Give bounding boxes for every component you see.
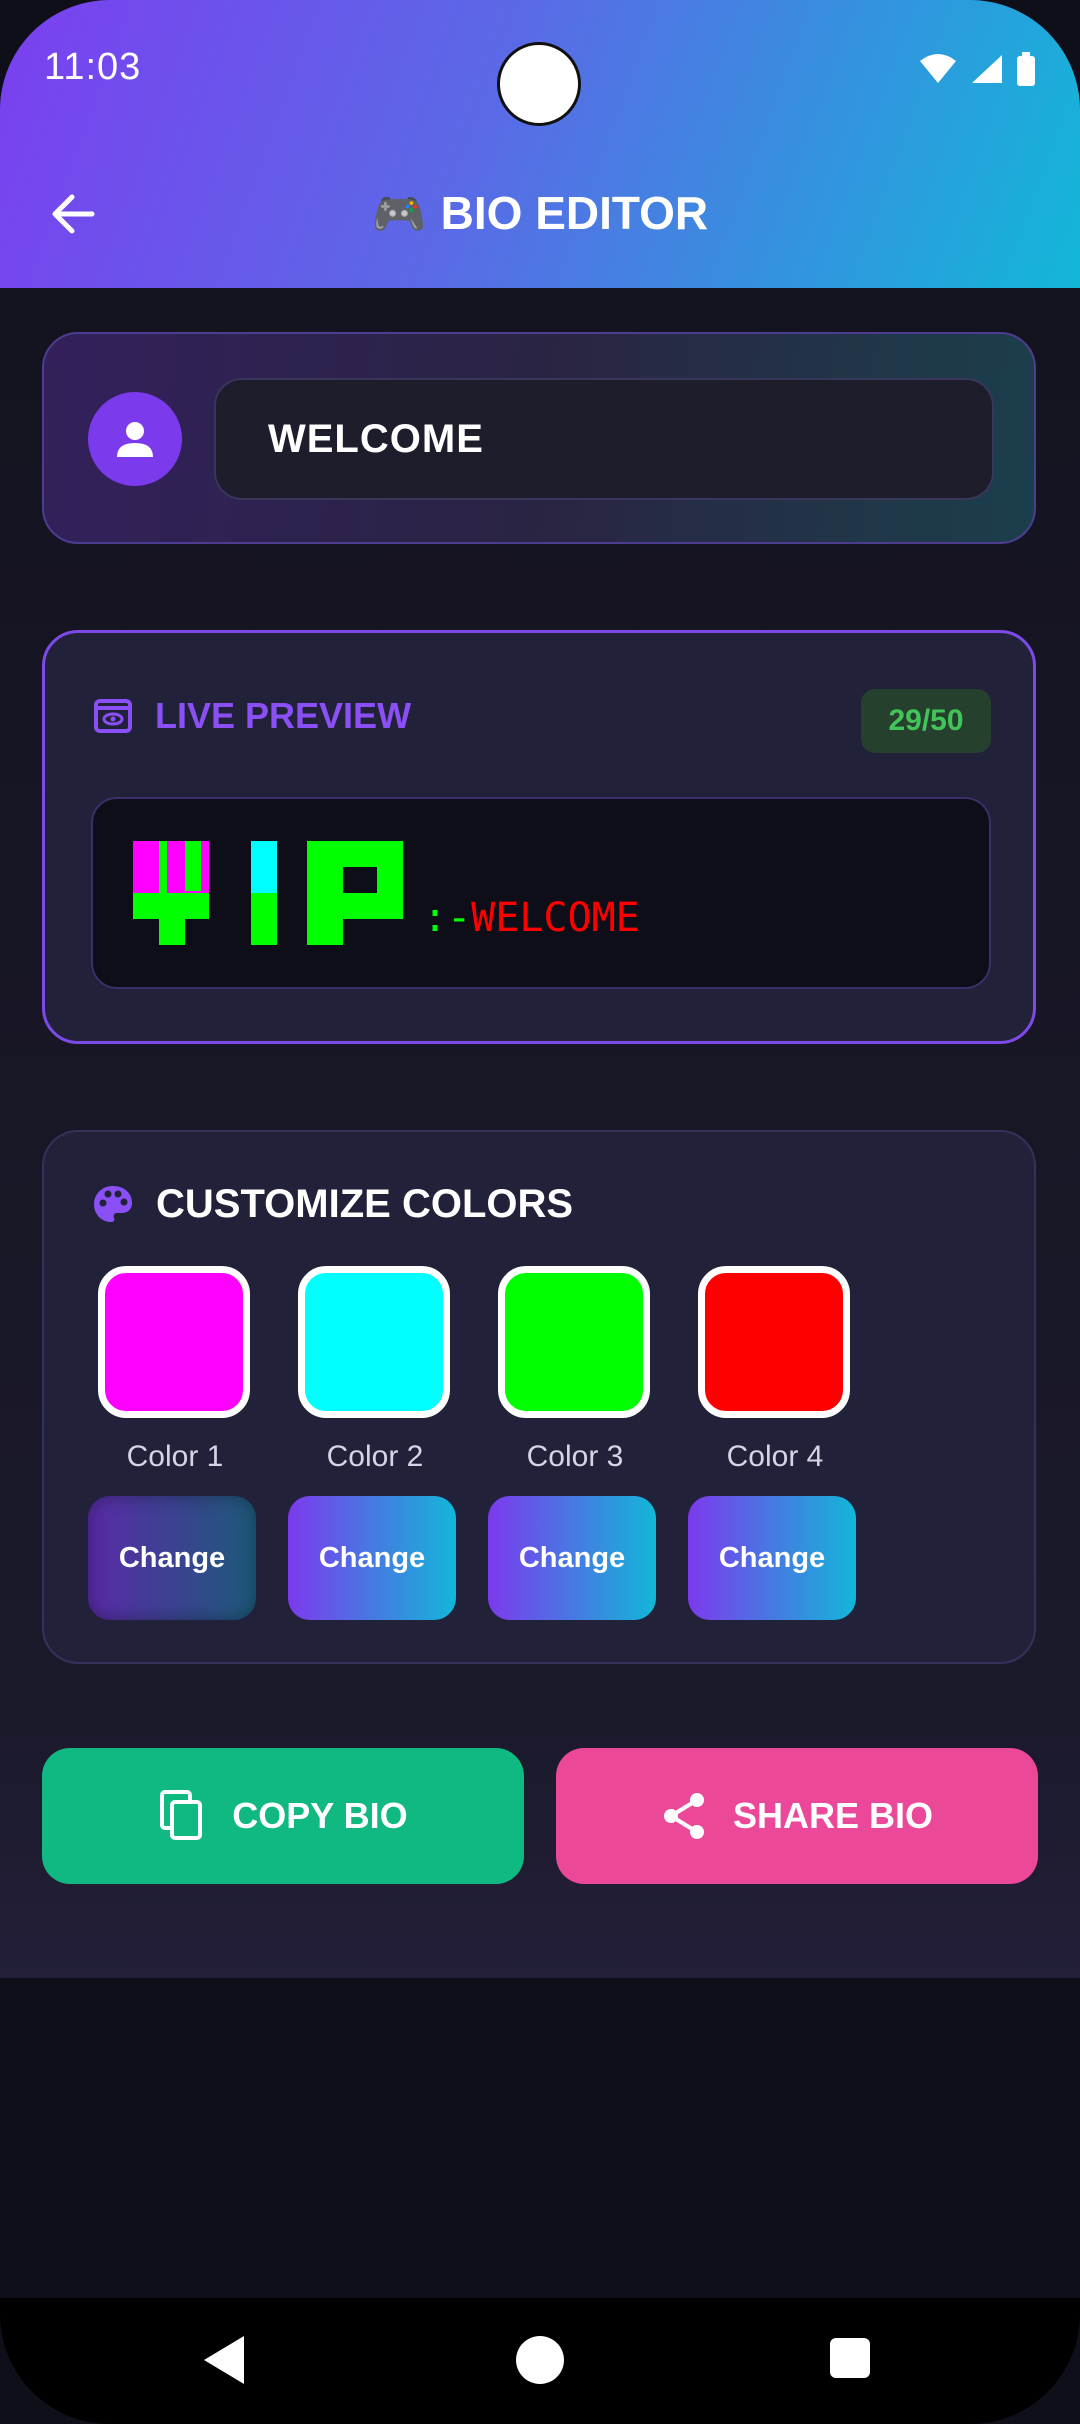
vip-pixel-art	[133, 841, 403, 945]
empty-area	[0, 1978, 1080, 2298]
page-title-text: BIO EDITOR	[440, 187, 709, 239]
color-item-2: Color 2	[290, 1266, 460, 1474]
color-label-1: Color 1	[126, 1440, 224, 1473]
name-card: WELCOME	[42, 332, 1036, 544]
preview-header: LIVE PREVIEW	[93, 695, 411, 737]
wifi-icon	[920, 54, 956, 83]
colors-heading: CUSTOMIZE COLORS	[156, 1182, 574, 1226]
color-label-4: Color 4	[726, 1440, 824, 1473]
name-input[interactable]: WELCOME	[214, 378, 994, 500]
avatar	[88, 392, 182, 486]
status-time: 11:03	[44, 46, 142, 88]
share-bio-button[interactable]: SHARE BIO	[556, 1748, 1038, 1884]
battery-icon	[1017, 52, 1035, 86]
color-item-1: Color 1	[90, 1266, 260, 1474]
copy-icon	[160, 1790, 203, 1840]
preview-text: :-WELCOME	[423, 895, 640, 941]
color-swatch-3[interactable]	[498, 1266, 650, 1418]
color-swatch-2[interactable]	[298, 1266, 450, 1418]
copy-bio-label: COPY BIO	[232, 1795, 408, 1836]
preview-heading: LIVE PREVIEW	[155, 695, 412, 736]
color-item-3: Color 3	[490, 1266, 660, 1474]
nav-back-icon[interactable]	[204, 2336, 244, 2384]
gamepad-icon: 🎮	[371, 190, 427, 239]
share-bio-label: SHARE BIO	[732, 1795, 934, 1836]
signal-icon	[972, 55, 1002, 83]
color-swatch-1[interactable]	[98, 1266, 250, 1418]
nav-home-icon[interactable]	[516, 2336, 564, 2384]
preview-box: :-WELCOME	[91, 797, 991, 989]
color-label-2: Color 2	[326, 1440, 424, 1473]
customize-colors-card: CUSTOMIZE COLORS Color 1 Color 2 Color 3…	[42, 1130, 1036, 1664]
colors-header: CUSTOMIZE COLORS	[92, 1182, 573, 1227]
preview-word: WELCOME	[471, 895, 640, 941]
live-preview-card: LIVE PREVIEW 29/50:-WELCOME	[42, 630, 1036, 1044]
copy-bio-button[interactable]: COPY BIO	[42, 1748, 524, 1884]
char-counter: 29/50	[861, 689, 991, 753]
share-icon	[663, 1793, 704, 1839]
status-icons	[918, 52, 1036, 86]
page-title: 🎮 BIO EDITOR	[0, 186, 1080, 240]
color-item-4: Color 4	[690, 1266, 860, 1474]
change-color-2-button[interactable]: Change	[288, 1496, 456, 1620]
change-color-4-button[interactable]: Change	[688, 1496, 856, 1620]
change-color-3-button[interactable]: Change	[488, 1496, 656, 1620]
color-label-3: Color 3	[526, 1440, 624, 1473]
preview-separator: :-	[423, 895, 472, 941]
camera-cutout	[497, 42, 581, 126]
change-color-1-button[interactable]: Change	[88, 1496, 256, 1620]
person-icon	[117, 422, 153, 457]
color-swatch-4[interactable]	[698, 1266, 850, 1418]
nav-recents-icon[interactable]	[830, 2338, 870, 2378]
phone-screen: 11:03 🎮 BIO EDITOR WELCOME LIVE PREVIEW …	[0, 0, 1080, 2424]
system-nav-bar	[0, 2298, 1080, 2424]
preview-icon	[94, 699, 132, 733]
palette-icon	[94, 1185, 132, 1222]
app-header: 11:03 🎮 BIO EDITOR	[0, 0, 1080, 288]
